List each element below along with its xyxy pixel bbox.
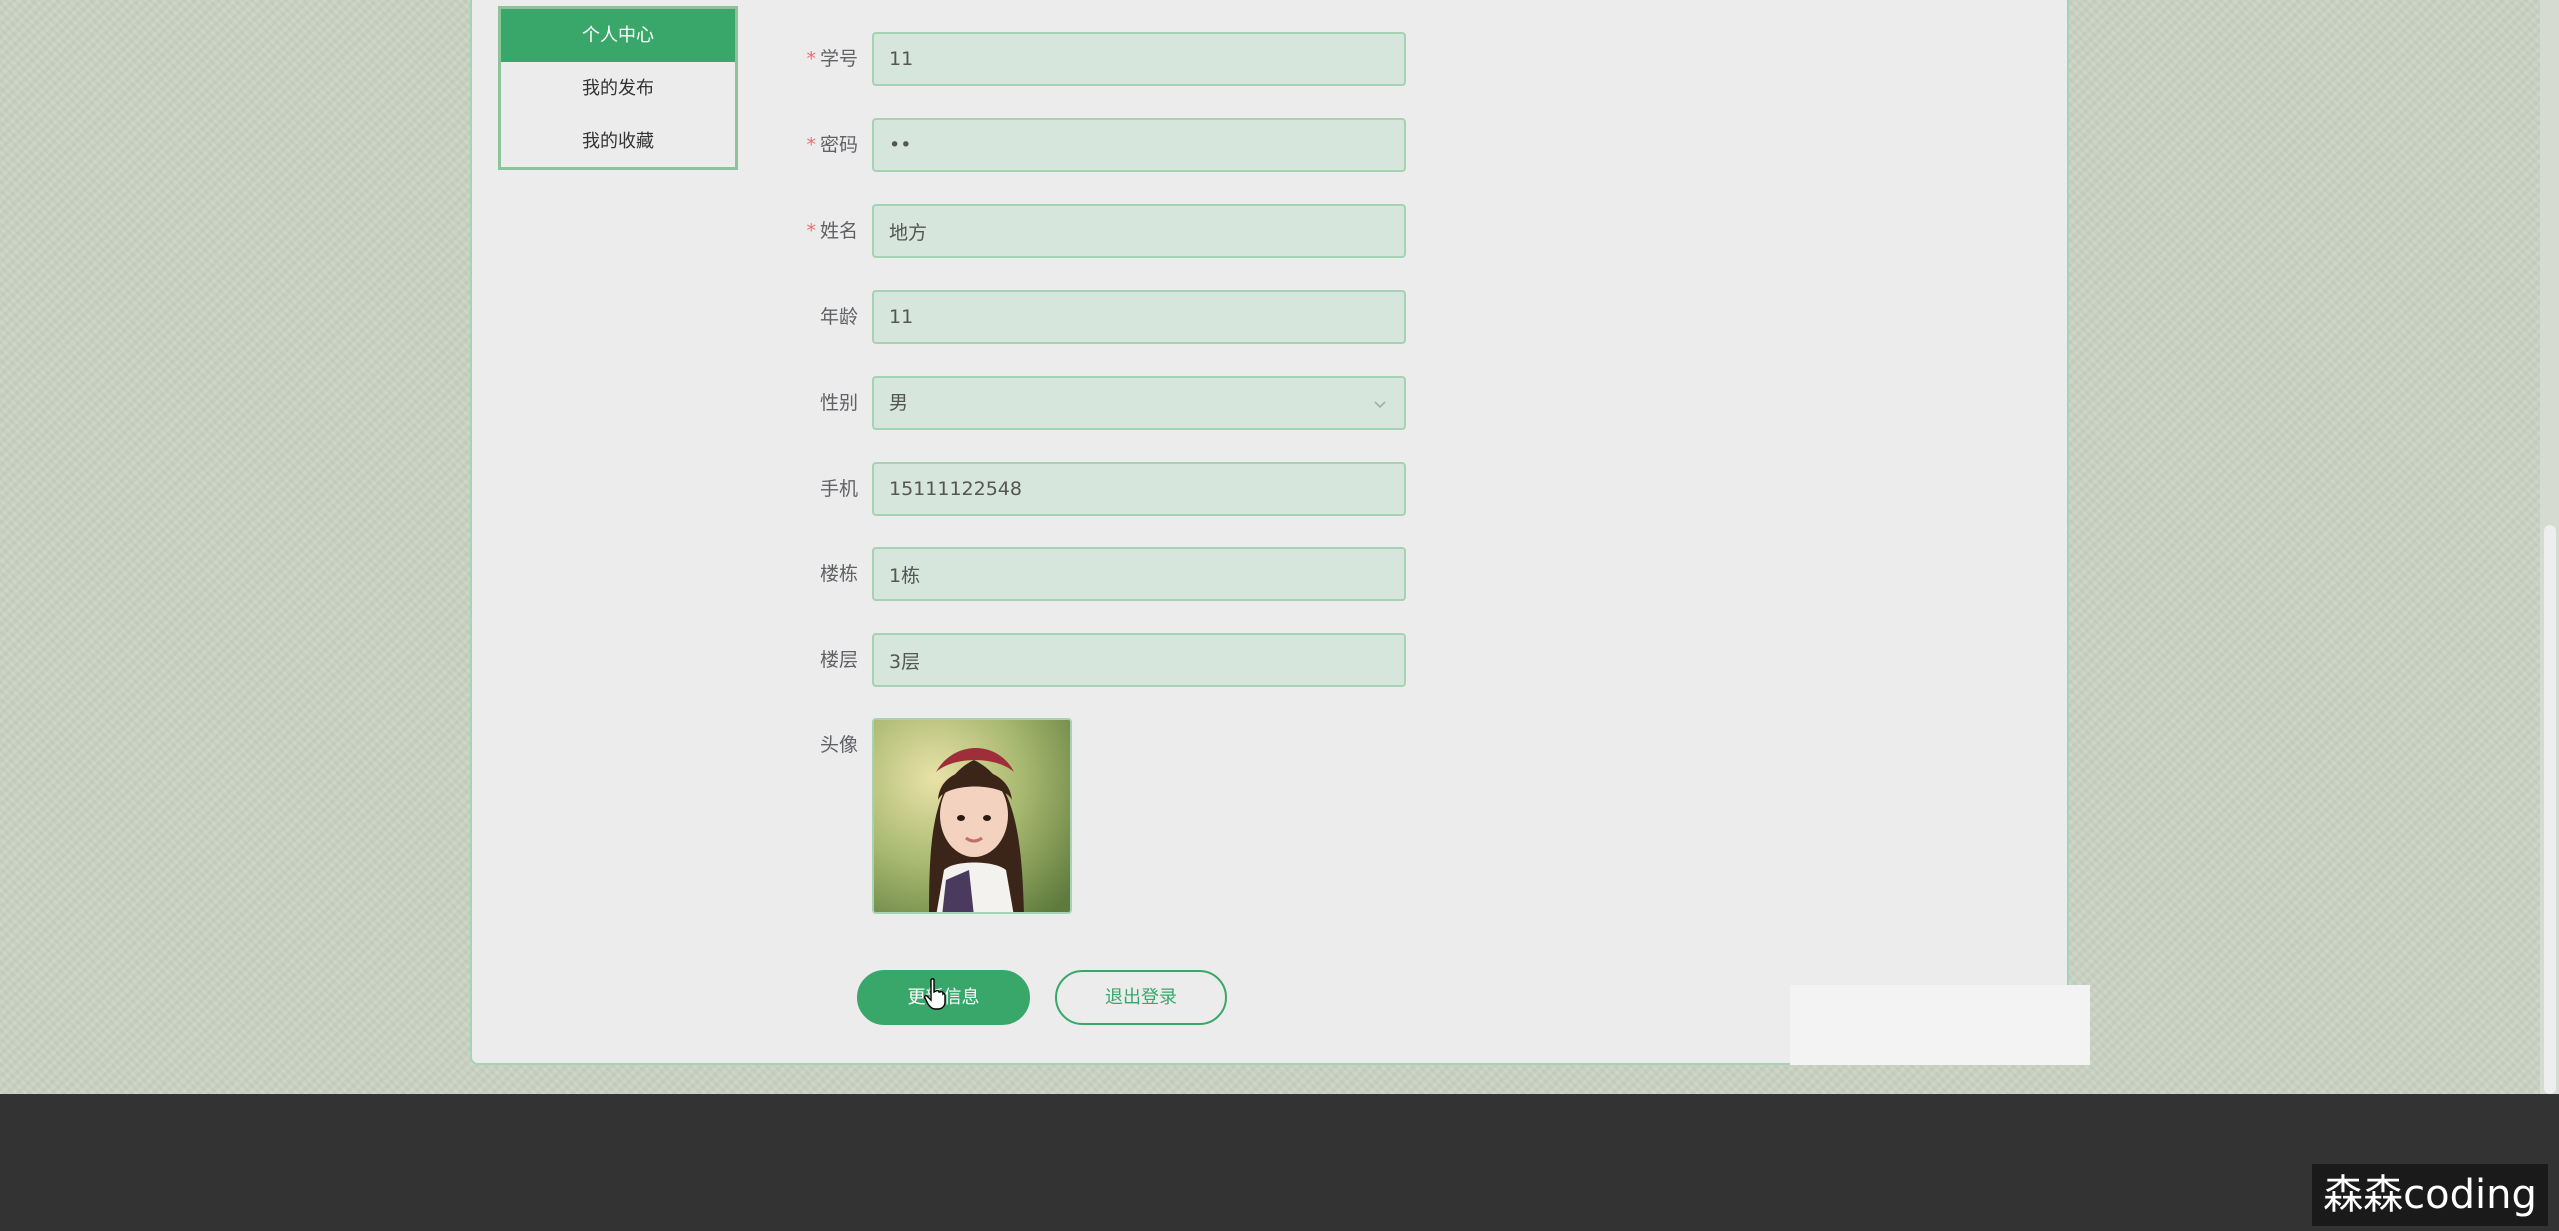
gender-label: 性别 [819,392,858,414]
form-row-student-id: * 学号 [780,32,1420,86]
side-menu-item-my-posts[interactable]: 我的发布 [501,62,735,115]
logout-button[interactable]: 退出登录 [1055,970,1227,1025]
building-label: 楼栋 [819,563,858,585]
form-row-name: * 姓名 [780,204,1420,258]
watermark-text: 森森coding [2312,1164,2548,1226]
side-menu-item-personal-center[interactable]: 个人中心 [501,9,735,62]
side-menu-item-my-favorites[interactable]: 我的收藏 [501,115,735,168]
password-label: * 密码 [806,134,858,156]
page-footer [0,1094,2559,1231]
student-id-input[interactable] [872,32,1406,86]
side-menu: 个人中心 我的发布 我的收藏 [498,6,738,170]
age-label: 年龄 [819,306,858,328]
name-label: * 姓名 [806,220,858,242]
form-row-avatar: 头像 [780,718,1180,918]
scrollbar-thumb[interactable] [2544,525,2556,1094]
age-input[interactable] [872,290,1406,344]
form-row-password: * 密码 [780,118,1420,172]
form-row-building: 楼栋 [780,547,1420,601]
required-mark: * [806,220,816,242]
form-row-gender: 性别 男 [780,376,1420,430]
form-row-floor: 楼层 [780,633,1420,687]
hand-cursor-icon [924,978,946,1010]
phone-label: 手机 [819,478,858,500]
floor-label: 楼层 [819,649,858,671]
chevron-down-icon [1374,401,1386,409]
form-row-phone: 手机 [780,462,1420,516]
avatar-upload[interactable] [872,718,1072,914]
student-id-label: * 学号 [806,48,858,70]
video-overlay-glare [1790,985,2090,1065]
floor-input[interactable] [872,633,1406,687]
form-row-age: 年龄 [780,290,1420,344]
required-mark: * [806,134,816,156]
required-mark: * [806,48,816,70]
avatar-label: 头像 [819,734,858,756]
password-input[interactable] [872,118,1406,172]
avatar-image [874,720,1070,912]
gender-select-value: 男 [889,392,909,414]
gender-select[interactable]: 男 [872,376,1406,430]
phone-input[interactable] [872,462,1406,516]
building-input[interactable] [872,547,1406,601]
name-input[interactable] [872,204,1406,258]
